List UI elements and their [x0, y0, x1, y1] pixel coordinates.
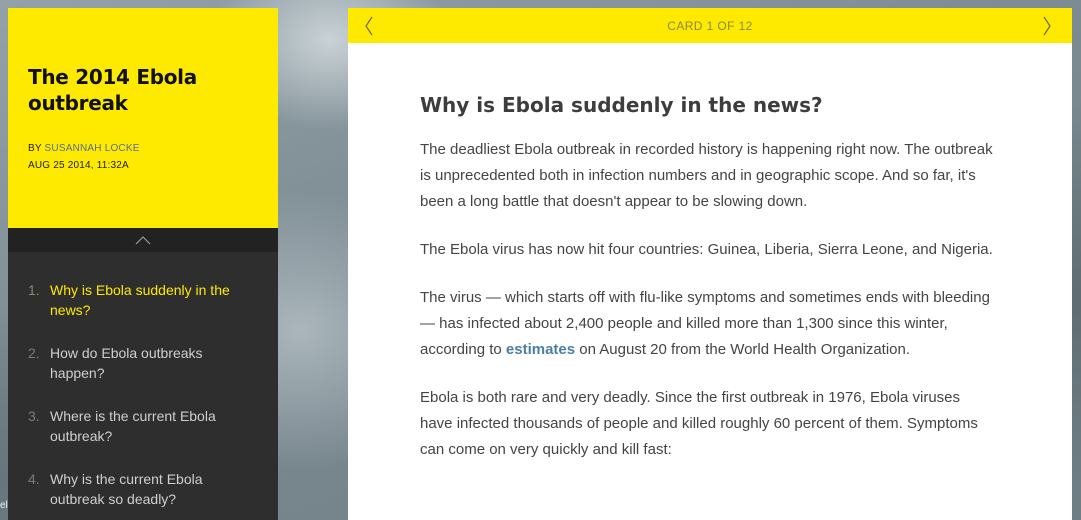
- toc-number: 3.: [28, 408, 40, 424]
- story-title: The 2014 Ebola outbreak: [28, 65, 197, 115]
- author-line: BY SUSANNAH LOCKE: [28, 140, 258, 157]
- paragraph-3-text-end: on August 20 from the World Health Organ…: [575, 341, 911, 358]
- story-sidebar: The 2014 Ebola outbreak BY SUSANNAH LOCK…: [8, 8, 278, 520]
- paragraph-3: The virus — which starts off with flu-li…: [420, 285, 995, 363]
- paragraph-4: Ebola is both rare and very deadly. Sinc…: [420, 389, 978, 458]
- toc-label: Why is the current Ebola outbreak so dea…: [50, 471, 203, 507]
- chevron-up-icon: [135, 236, 151, 245]
- toc-item-2[interactable]: 2. How do Ebola outbreaks happen?: [28, 343, 258, 383]
- background-caption-fragment: el: [0, 500, 8, 511]
- next-card-button[interactable]: [1042, 16, 1056, 36]
- card-navigation: CARD 1 OF 12: [348, 8, 1072, 43]
- sidebar-header: The 2014 Ebola outbreak BY SUSANNAH LOCK…: [8, 8, 278, 228]
- chevron-left-icon: [365, 16, 373, 35]
- byline: BY SUSANNAH LOCKE AUG 25 2014, 11:32A: [28, 140, 258, 174]
- toc-label: How do Ebola outbreaks happen?: [50, 345, 203, 381]
- table-of-contents: 1. Why is Ebola suddenly in the news? 2.…: [8, 252, 278, 520]
- toc-label: Where is the current Ebola outbreak?: [50, 408, 216, 444]
- story-card: CARD 1 OF 12 Why is Ebola suddenly in th…: [348, 8, 1072, 520]
- toc-number: 1.: [28, 282, 40, 298]
- toc-item-1[interactable]: 1. Why is Ebola suddenly in the news?: [28, 280, 258, 320]
- toc-number: 4.: [28, 471, 40, 487]
- previous-card-button[interactable]: [364, 16, 378, 36]
- card-title: Why is Ebola suddenly in the news?: [420, 93, 823, 117]
- toc-number: 2.: [28, 345, 40, 361]
- byline-prefix: BY: [28, 143, 45, 154]
- estimates-link[interactable]: estimates: [506, 341, 575, 358]
- card-content: Why is Ebola suddenly in the news? The d…: [348, 43, 1072, 463]
- paragraph-1: The deadliest Ebola outbreak in recorded…: [420, 141, 993, 210]
- author-link[interactable]: SUSANNAH LOCKE: [45, 143, 140, 154]
- paragraph-2: The Ebola virus has now hit four countri…: [420, 241, 993, 258]
- publish-date: AUG 25 2014, 11:32A: [28, 160, 129, 171]
- chevron-right-icon: [1043, 16, 1051, 35]
- toc-label: Why is Ebola suddenly in the news?: [50, 282, 230, 318]
- card-counter: CARD 1 OF 12: [667, 18, 753, 33]
- toc-collapse-button[interactable]: [8, 228, 278, 252]
- toc-item-4[interactable]: 4. Why is the current Ebola outbreak so …: [28, 469, 258, 509]
- toc-item-3[interactable]: 3. Where is the current Ebola outbreak?: [28, 406, 258, 446]
